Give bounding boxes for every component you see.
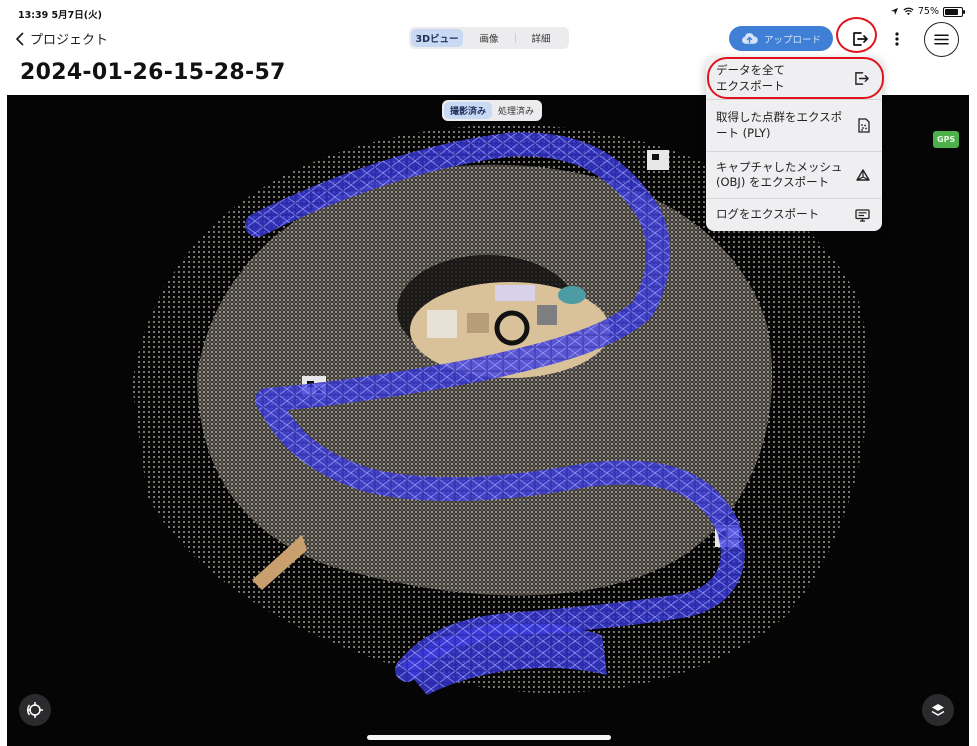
tab-details[interactable]: 詳細 [515, 29, 567, 47]
back-button[interactable]: プロジェクト [14, 29, 108, 48]
status-time: 13:39 5月7日(火) [18, 10, 102, 21]
hamburger-menu-button[interactable] [924, 22, 959, 57]
battery-icon [943, 6, 965, 17]
log-monitor-icon [855, 208, 870, 222]
gps-badge: GPS [933, 131, 960, 148]
page-title: 2024-01-26-15-28-57 [20, 60, 286, 85]
layers-icon [931, 704, 945, 716]
capture-mode-toggle: 撮影済み 処理済み [442, 100, 543, 121]
toggle-processed[interactable]: 処理済み [492, 102, 540, 119]
export-all-data-label: データを全て エクスポート [716, 63, 785, 93]
battery-percent: 75% [917, 6, 939, 17]
status-indicators: 75% [890, 6, 965, 17]
export-menu: データを全て エクスポート 取得した点群をエクスポ ート (PLY) キャプチャ… [706, 58, 882, 231]
layers-button[interactable] [922, 694, 954, 726]
wifi-icon [903, 7, 914, 16]
more-vertical-icon [895, 32, 899, 46]
upload-label: アップロード [763, 34, 821, 46]
view-tabs: 3Dビュー 画像 詳細 [409, 27, 569, 49]
tab-3d-view[interactable]: 3Dビュー [411, 29, 463, 47]
point-cloud-file-icon [858, 118, 870, 133]
export-point-cloud-item[interactable]: 取得した点群をエクスポ ート (PLY) [706, 100, 882, 152]
export-point-cloud-label: 取得した点群をエクスポ ート (PLY) [716, 110, 843, 140]
chevron-left-icon [16, 32, 24, 45]
hamburger-icon [934, 34, 949, 45]
tab-images[interactable]: 画像 [463, 29, 515, 47]
export-icon [855, 72, 869, 85]
home-indicator [367, 735, 611, 740]
export-button[interactable] [849, 28, 871, 50]
export-mesh-item[interactable]: キャプチャしたメッシュ (OBJ) をエクスポート [706, 152, 882, 199]
more-options-button[interactable] [890, 29, 904, 49]
status-bar: 13:39 5月7日(火) 75% [0, 0, 977, 22]
export-mesh-label: キャプチャしたメッシュ (OBJ) をエクスポート [716, 159, 843, 189]
upload-button[interactable]: アップロード [729, 26, 833, 51]
export-log-item[interactable]: ログをエクスポート [706, 199, 882, 231]
export-all-data-item[interactable]: データを全て エクスポート [706, 58, 882, 100]
mesh-icon [856, 168, 870, 181]
export-icon [852, 32, 868, 46]
location-icon [890, 7, 898, 16]
recenter-icon [27, 702, 43, 718]
toggle-captured[interactable]: 撮影済み [444, 102, 493, 119]
export-log-label: ログをエクスポート [716, 207, 820, 222]
recenter-button[interactable] [19, 694, 51, 726]
cloud-upload-icon [742, 33, 758, 44]
back-label: プロジェクト [30, 33, 109, 48]
